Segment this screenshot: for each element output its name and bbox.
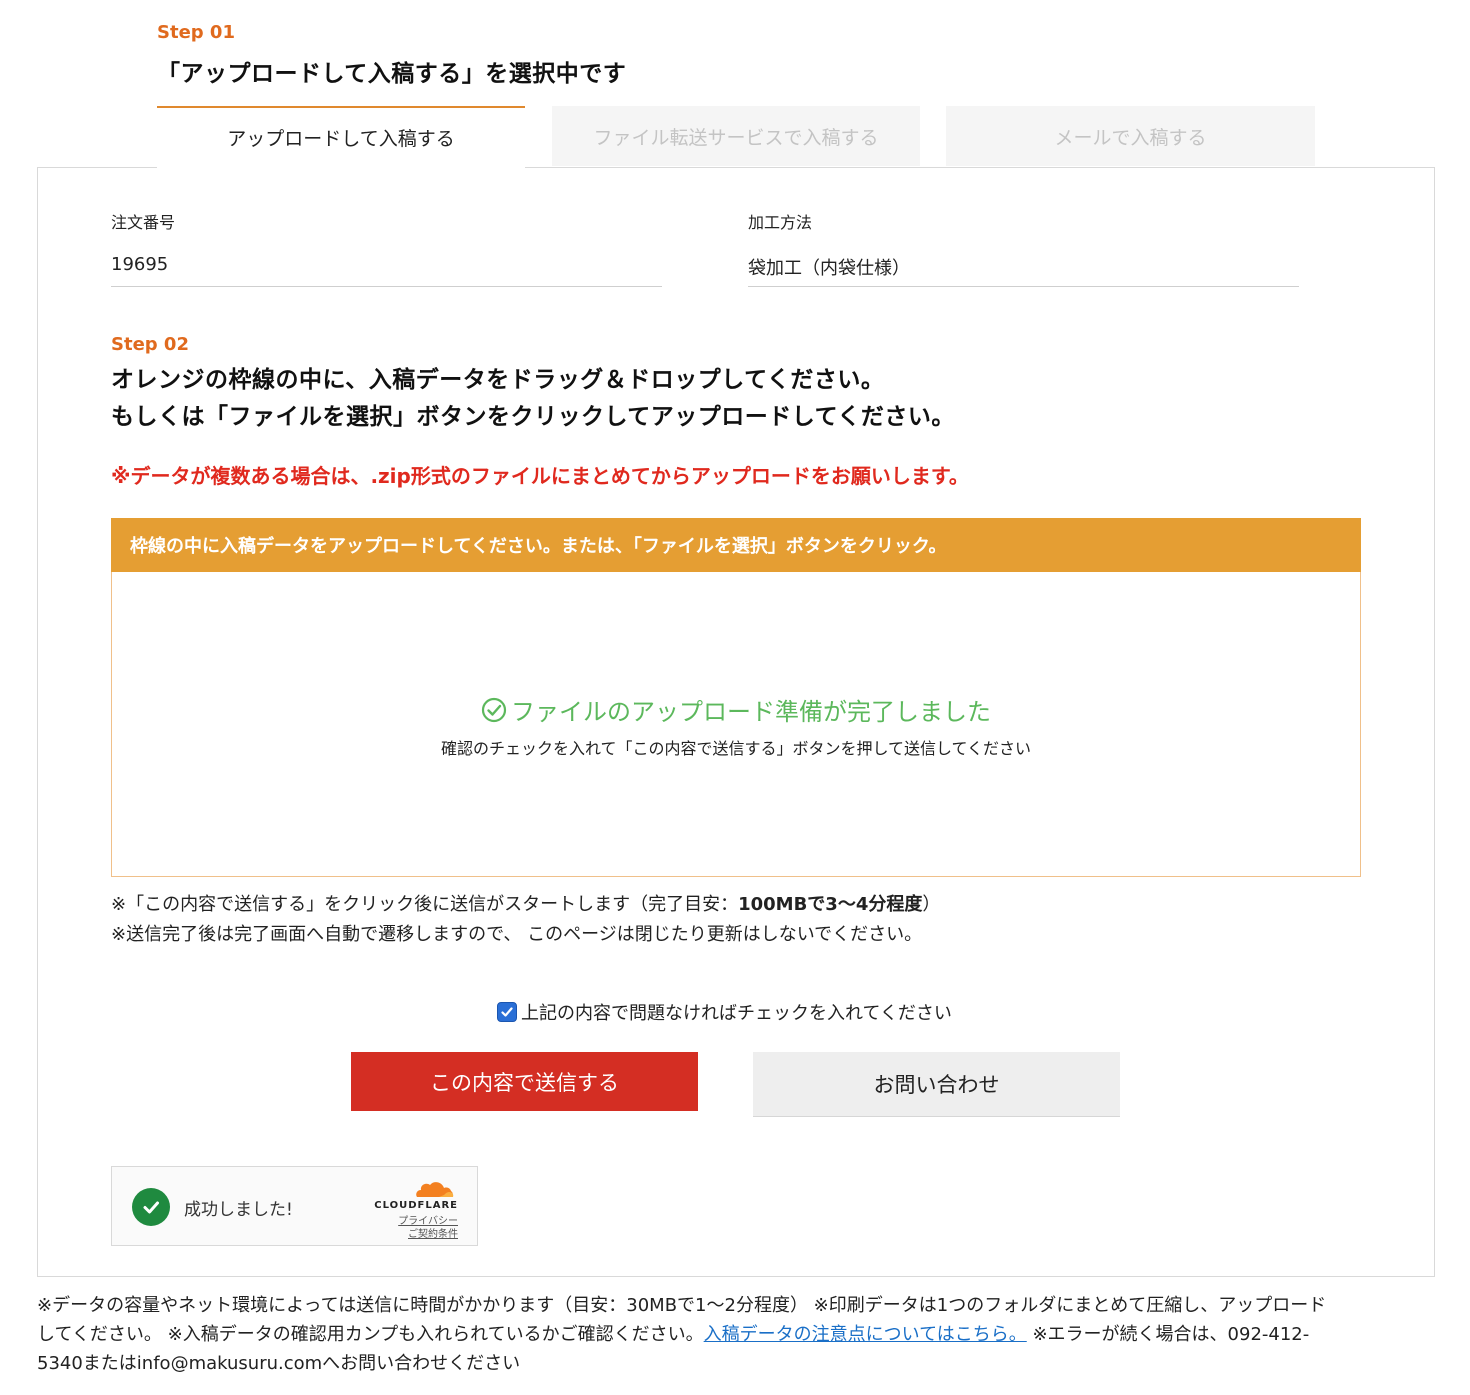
tab-email[interactable]: メールで入稿する [946,106,1315,166]
send-button[interactable]: この内容で送信する [351,1052,698,1111]
send-note-1: ※「この内容で送信する」をクリック後に送信がスタートします（完了目安：100MB… [111,890,940,920]
process-method-value: 袋加工（内袋仕様） [748,258,910,279]
confirm-row: 上記の内容で問題なければチェックを入れてください [497,999,952,1025]
step2-line2: もしくは「ファイルを選択」ボタンをクリックしてアップロードしてください。 [111,404,955,430]
cloudflare-terms-link[interactable]: ご契約条件 [398,1228,458,1241]
confirm-checkbox[interactable] [497,1002,517,1022]
tab-email-label: メールで入稿する [1054,126,1207,149]
check-circle-icon [481,697,507,722]
cloudflare-status: 成功しました! [184,1200,293,1220]
order-number-underline [111,286,662,287]
send-notes: ※「この内容で送信する」をクリック後に送信がスタートします（完了目安：100MB… [111,890,940,950]
cloudflare-links: プライバシー ご契約条件 [398,1215,458,1241]
process-method-label: 加工方法 [748,213,813,232]
tab-upload[interactable]: アップロードして入稿する [157,106,525,166]
send-note-1-suffix: ） [922,894,941,915]
dropzone-area[interactable]: ファイルのアップロード準備が完了しました 確認のチェックを入れて「この内容で送信… [111,572,1361,877]
upload-ready-subtext: 確認のチェックを入れて「この内容で送信する」ボタンを押して送信してください [440,739,1032,758]
step1-title: 「アップロードして入稿する」を選択中です [157,61,627,87]
zip-warning-note: ※データが複数ある場合は、.zip形式のファイルにまとめてからアップロードをお願… [111,464,969,488]
step2-line1: オレンジの枠線の中に、入稿データをドラッグ＆ドロップしてください。 [111,367,885,393]
tab-upload-label: アップロードして入稿する [227,127,455,150]
order-number-label: 注文番号 [111,213,176,232]
contact-button-label: お問い合わせ [873,1073,1000,1097]
upload-ready-text: ファイルのアップロード準備が完了しました [511,698,991,726]
contact-button[interactable]: お問い合わせ [753,1052,1120,1117]
dropzone-header-text: 枠線の中に入稿データをアップロードしてください。または、「ファイルを選択」ボタン… [130,536,947,557]
tab-file-transfer-label: ファイル転送サービスで入稿する [593,126,879,149]
footer-notes: ※データの容量やネット環境によっては送信に時間がかかります（目安：30MBで1〜… [37,1291,1327,1378]
cloudflare-brand: CLOUDFLARE [374,1200,458,1211]
upload-ready-message: ファイルのアップロード準備が完了しました [112,692,1360,727]
cloudflare-privacy-link[interactable]: プライバシー [398,1215,458,1228]
send-button-label: この内容で送信する [430,1070,619,1095]
send-note-2: ※送信完了後は完了画面へ自動で遷移しますので、 このページは閉じたり更新はしない… [111,924,923,945]
tab-file-transfer[interactable]: ファイル転送サービスで入稿する [552,106,920,166]
confirm-label[interactable]: 上記の内容で問題なければチェックを入れてください [521,999,952,1025]
cloudflare-turnstile-widget: 成功しました! CLOUDFLARE プライバシー ご契約条件 [111,1166,478,1246]
submission-notes-link[interactable]: 入稿データの注意点についてはこちら。 [704,1324,1027,1345]
success-check-icon [132,1188,170,1226]
step2-instructions: オレンジの枠線の中に、入稿データをドラッグ＆ドロップしてください。 もしくは「フ… [111,362,955,436]
send-note-1-estimate: 100MBで3〜4分程度 [738,894,923,915]
cloudflare-cloud-logo [416,1182,454,1197]
send-note-1-prefix: ※「この内容で送信する」をクリック後に送信がスタートします（完了目安： [111,894,739,915]
process-method-underline [748,286,1299,287]
order-number-value: 19695 [111,254,169,275]
step2-label: Step 02 [111,334,189,355]
step1-label: Step 01 [157,22,235,43]
dropzone-header[interactable]: 枠線の中に入稿データをアップロードしてください。または、「ファイルを選択」ボタン… [111,518,1361,572]
checkmark-icon [501,1007,513,1017]
tab-active-connector [157,160,525,170]
